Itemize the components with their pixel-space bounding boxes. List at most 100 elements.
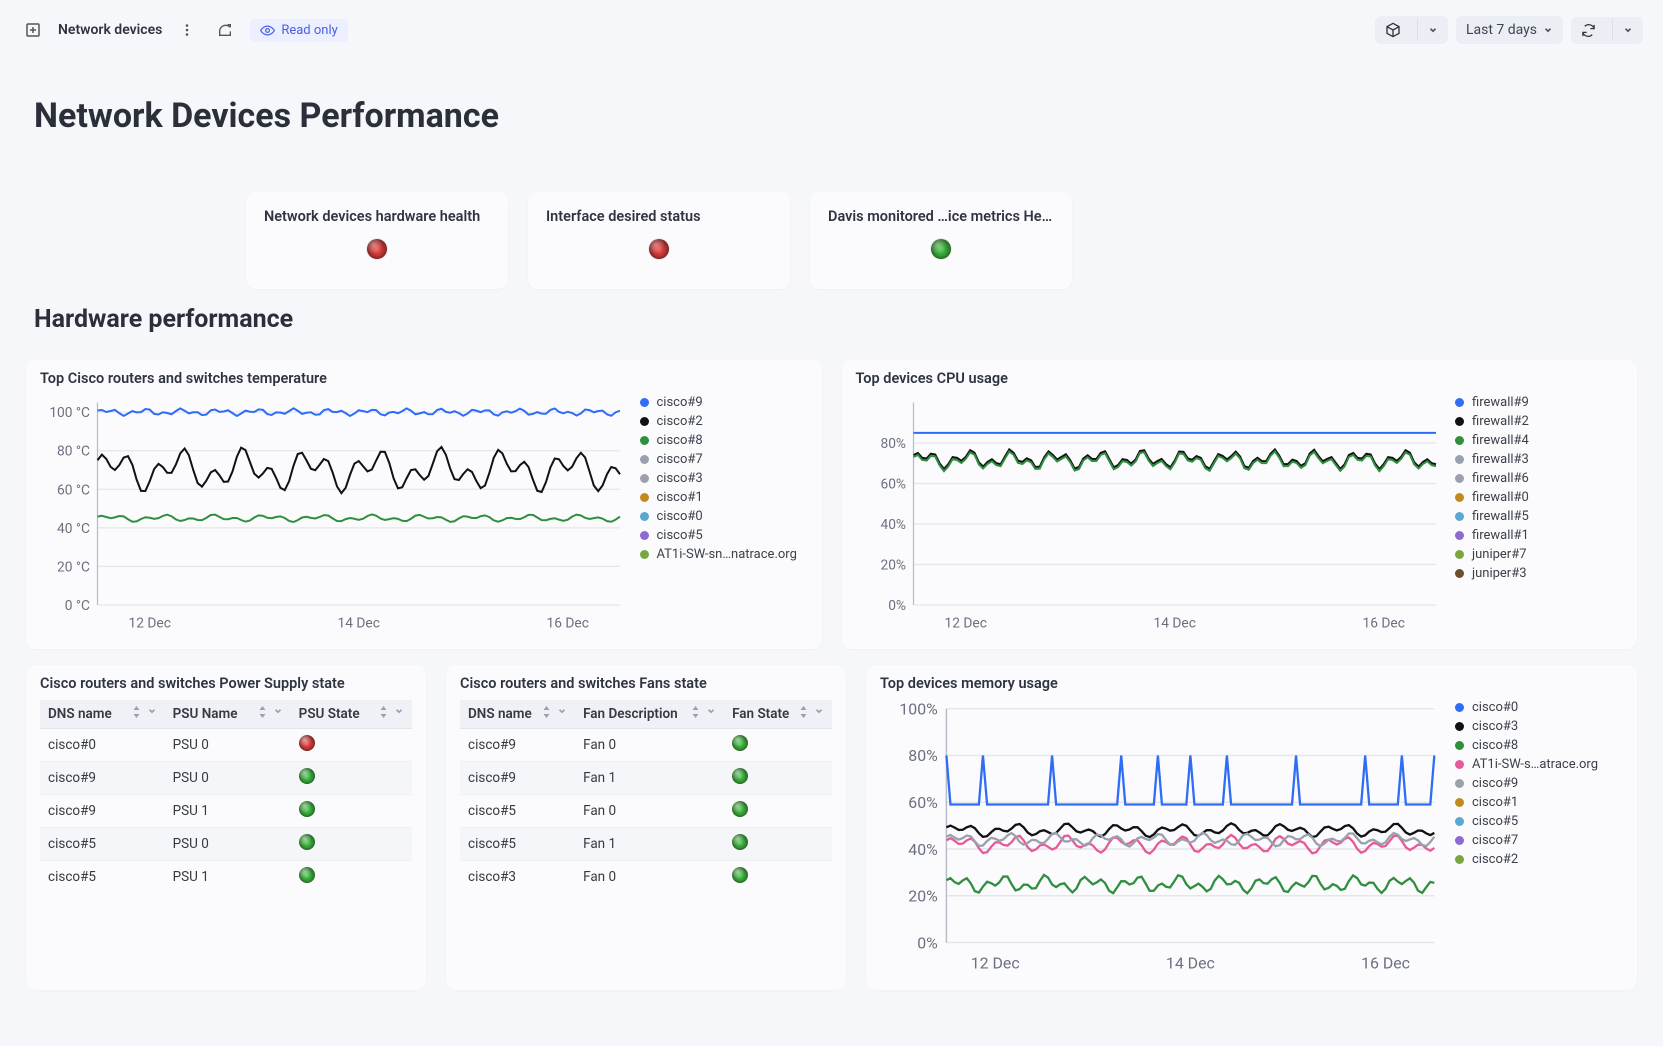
chevron-down-icon[interactable] [814,706,824,716]
share-icon[interactable] [212,17,238,43]
chevron-down-icon [1417,19,1448,41]
legend-dot [1455,531,1464,540]
sort-icon[interactable] [132,706,141,718]
legend-label: firewall#9 [1472,395,1529,410]
chart-temp[interactable]: 0 °C20 °C40 °C60 °C80 °C100 °C12 Dec14 D… [40,395,628,633]
sort-icon[interactable] [799,706,808,718]
chevron-down-icon[interactable] [706,706,716,716]
table-header[interactable]: Fan State [724,700,832,729]
table-row[interactable]: cisco#5Fan 0 [460,794,832,827]
legend-item[interactable]: cisco#1 [1455,795,1623,810]
legend-item[interactable]: cisco#5 [640,528,808,543]
panel-temp: Top Cisco routers and switches temperatu… [26,360,822,649]
breadcrumb[interactable]: Network devices [58,22,162,38]
sort-icon[interactable] [691,706,700,718]
table-row[interactable]: cisco#5Fan 1 [460,827,832,860]
table-header[interactable]: Fan Description [575,700,724,729]
svg-text:16 Dec: 16 Dec [1361,953,1410,972]
legend-item[interactable]: cisco#5 [1455,814,1623,829]
svg-text:14 Dec: 14 Dec [338,616,380,632]
legend-item[interactable]: firewall#3 [1455,452,1623,467]
legend-label: AT1i-SW-s…atrace.org [1472,757,1598,772]
table-row[interactable]: cisco#5PSU 1 [40,860,412,890]
chevron-down-icon[interactable] [557,706,567,716]
state-orb [732,834,748,850]
svg-text:12 Dec: 12 Dec [971,953,1020,972]
legend-label: cisco#2 [1472,852,1518,867]
legend-item[interactable]: cisco#2 [1455,852,1623,867]
table-fan[interactable]: DNS nameFan DescriptionFan Statecisco#9F… [460,700,832,890]
legend-item[interactable]: AT1i-SW-sn…natrace.org [640,547,808,562]
legend-item[interactable]: cisco#0 [1455,700,1623,715]
view-mode-selector[interactable] [1375,16,1448,44]
refresh-menu-button[interactable] [1612,19,1643,41]
legend-item[interactable]: cisco#1 [640,490,808,505]
svg-text:60%: 60% [880,477,906,493]
legend-item[interactable]: firewall#2 [1455,414,1623,429]
table-row[interactable]: cisco#5PSU 0 [40,827,412,860]
table-header[interactable]: DNS name [460,700,575,729]
legend-item[interactable]: firewall#1 [1455,528,1623,543]
legend-item[interactable]: cisco#7 [1455,833,1623,848]
state-orb [732,768,748,784]
svg-text:14 Dec: 14 Dec [1153,616,1195,632]
table-row[interactable]: cisco#0PSU 0 [40,728,412,761]
status-card[interactable]: Interface desired status [528,192,790,289]
table-header[interactable]: PSU State [291,700,412,729]
legend-item[interactable]: firewall#4 [1455,433,1623,448]
table-header[interactable]: PSU Name [165,700,291,729]
legend-dot [640,493,649,502]
status-card[interactable]: Network devices hardware health [246,192,508,289]
legend-item[interactable]: cisco#3 [1455,719,1623,734]
chevron-down-icon[interactable] [394,706,404,716]
legend-label: juniper#3 [1472,566,1527,581]
legend-item[interactable]: firewall#6 [1455,471,1623,486]
status-card[interactable]: Davis monitored …ice metrics Health [810,192,1072,289]
legend-item[interactable]: cisco#9 [640,395,808,410]
chart-mem[interactable]: 0%20%40%60%80%100%12 Dec14 Dec16 Dec [880,700,1443,974]
state-orb [732,867,748,883]
table-row[interactable]: cisco#9Fan 1 [460,761,832,794]
table-row[interactable]: cisco#3Fan 0 [460,860,832,890]
table-row[interactable]: cisco#9Fan 0 [460,728,832,761]
legend-item[interactable]: firewall#0 [1455,490,1623,505]
sort-icon[interactable] [379,706,388,718]
table-psu[interactable]: DNS namePSU NamePSU Statecisco#0PSU 0cis… [40,700,412,890]
legend-item[interactable]: cisco#9 [1455,776,1623,791]
legend-label: cisco#9 [1472,776,1518,791]
state-orb [299,867,315,883]
legend-dot [1455,474,1464,483]
svg-text:60%: 60% [908,792,937,811]
legend-item[interactable]: firewall#5 [1455,509,1623,524]
legend-item[interactable]: juniper#3 [1455,566,1623,581]
legend-dot [640,455,649,464]
legend-dot [640,436,649,445]
more-menu-icon[interactable] [174,17,200,43]
legend-dot [1455,760,1464,769]
legend-dot [1455,436,1464,445]
legend-item[interactable]: cisco#3 [640,471,808,486]
table-row[interactable]: cisco#9PSU 0 [40,761,412,794]
legend-item[interactable]: firewall#9 [1455,395,1623,410]
legend-dot [640,398,649,407]
legend-item[interactable]: cisco#7 [640,452,808,467]
legend-item[interactable]: cisco#0 [640,509,808,524]
panel-temp-title: Top Cisco routers and switches temperatu… [40,370,808,387]
table-row[interactable]: cisco#9PSU 1 [40,794,412,827]
pin-dashboard-icon[interactable] [20,17,46,43]
chart-cpu[interactable]: 0%20%40%60%80%12 Dec14 Dec16 Dec [856,395,1444,633]
legend-item[interactable]: cisco#8 [640,433,808,448]
legend-item[interactable]: juniper#7 [1455,547,1623,562]
time-range-selector[interactable]: Last 7 days [1456,16,1563,44]
legend-item[interactable]: cisco#8 [1455,738,1623,753]
legend-item[interactable]: AT1i-SW-s…atrace.org [1455,757,1623,772]
legend-item[interactable]: cisco#2 [640,414,808,429]
sort-icon[interactable] [258,706,267,718]
state-orb [299,834,315,850]
legend-label: cisco#5 [657,528,703,543]
chevron-down-icon[interactable] [273,706,283,716]
chevron-down-icon[interactable] [147,706,157,716]
sort-icon[interactable] [542,706,551,718]
table-header[interactable]: DNS name [40,700,165,729]
refresh-button[interactable] [1571,17,1606,44]
